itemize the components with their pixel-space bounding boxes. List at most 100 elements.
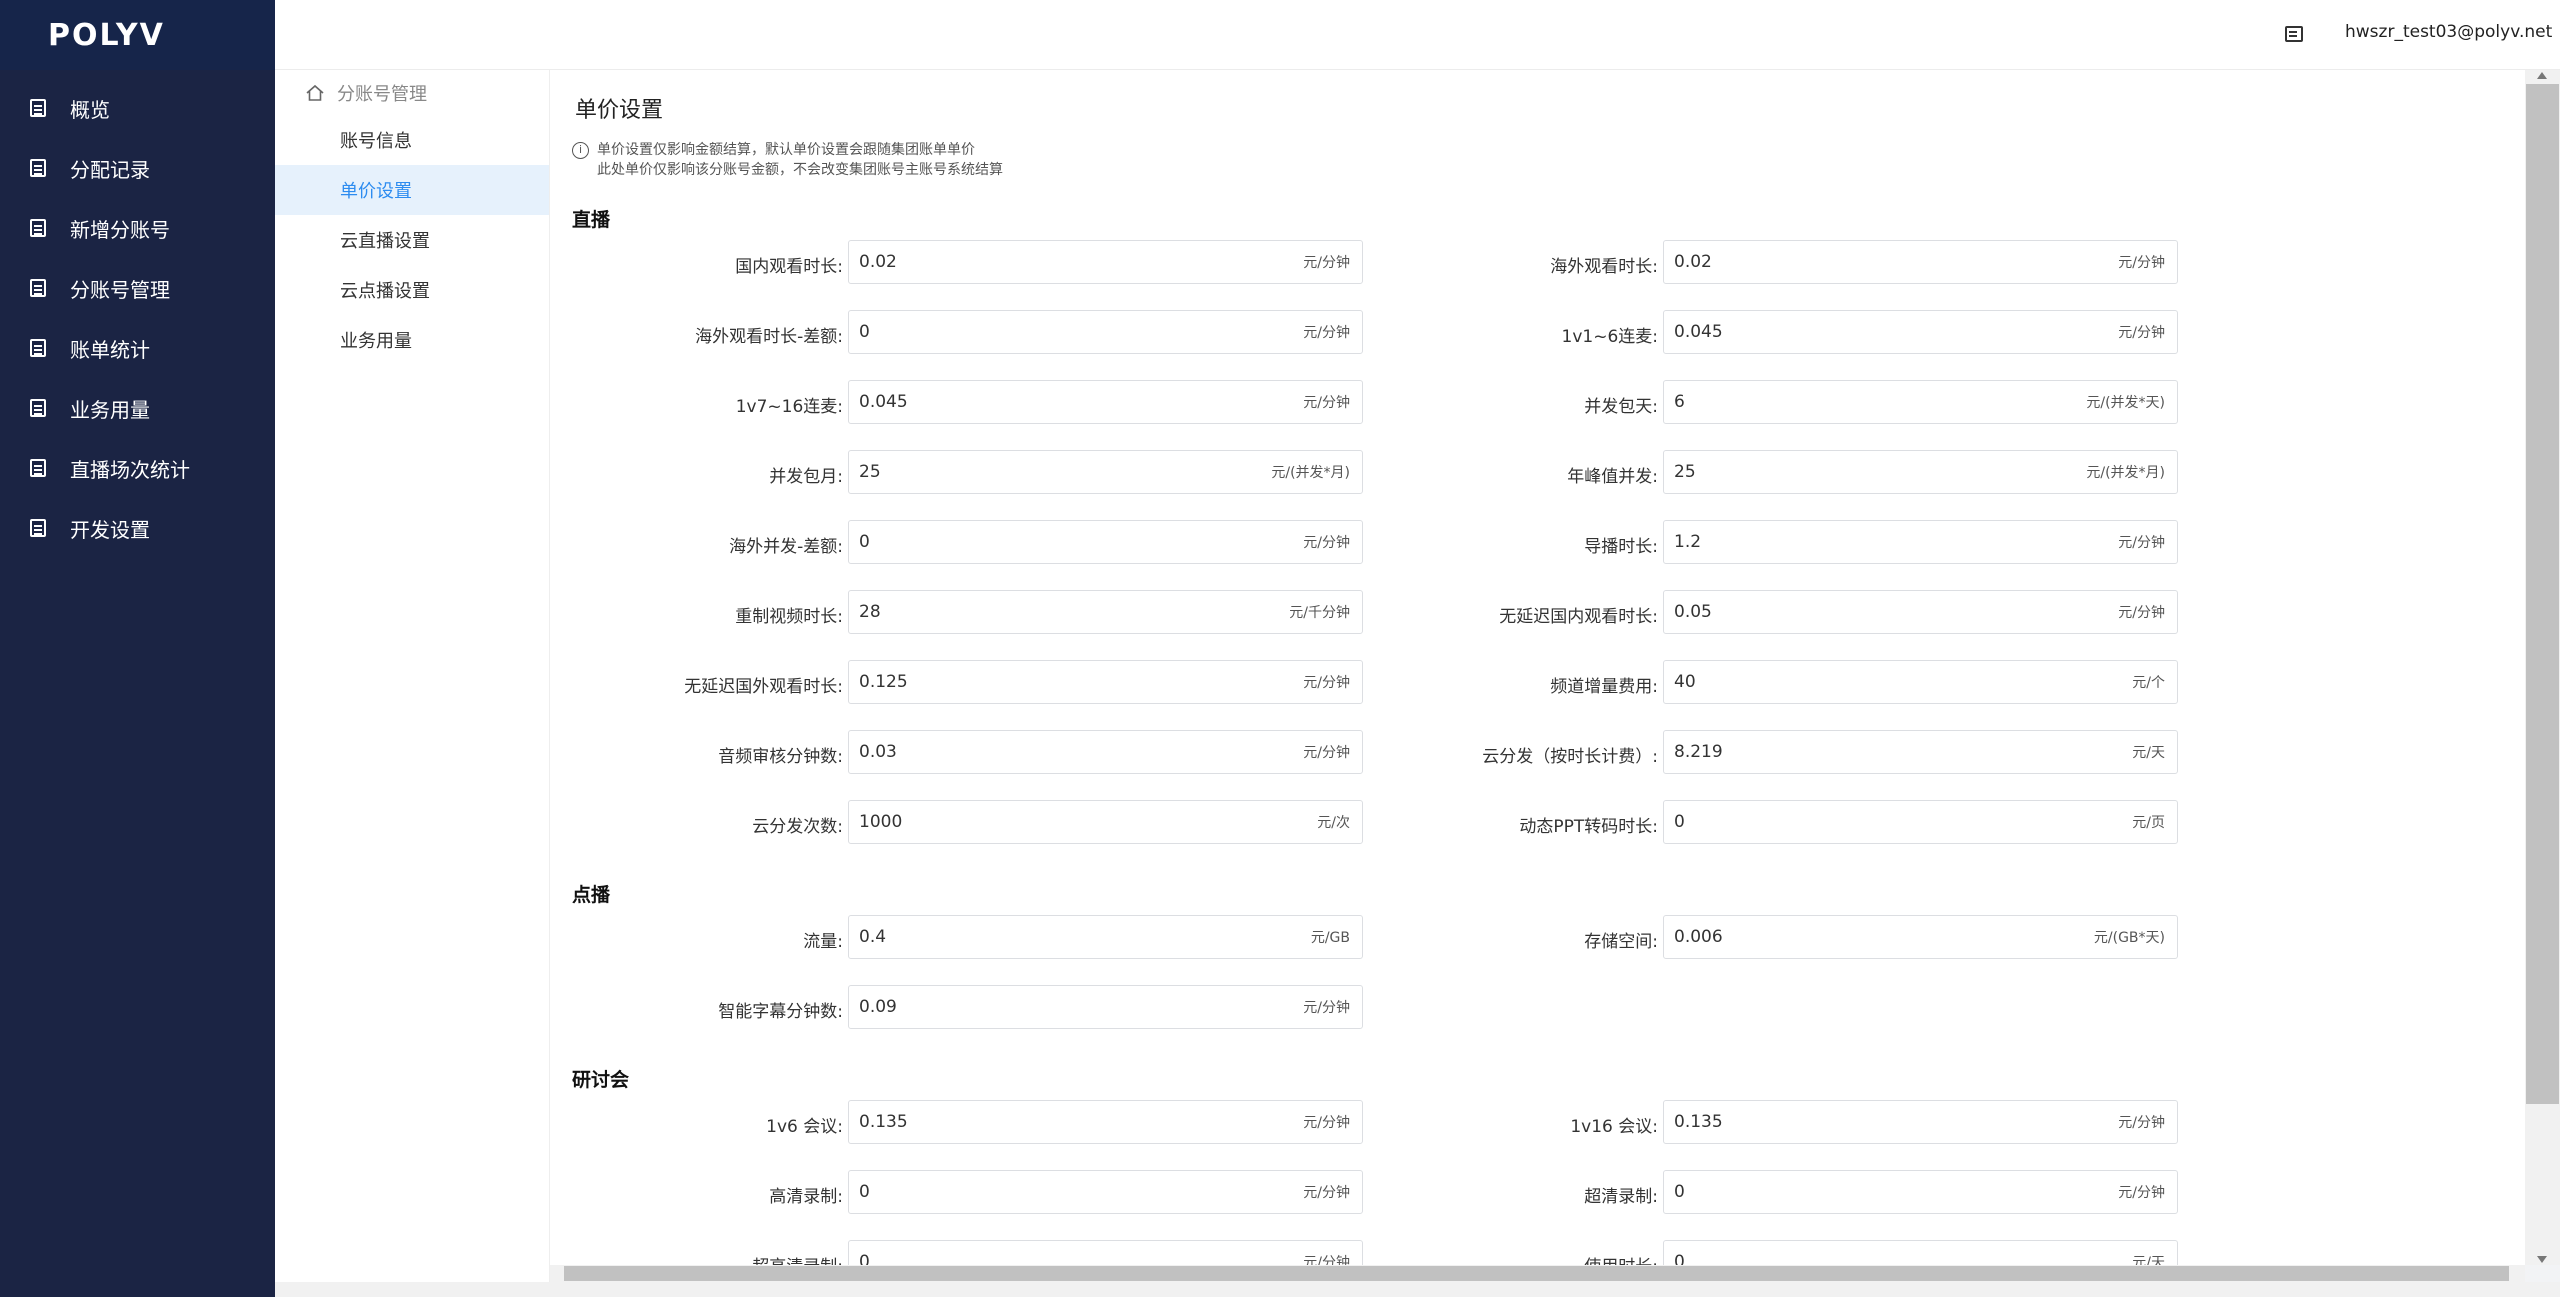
- price-input-value[interactable]: 25: [859, 462, 881, 482]
- price-field: 存储空间: 0.006 元/(GB*天): [1584, 915, 2178, 959]
- subnav-item-business-usage[interactable]: 业务用量: [275, 315, 549, 365]
- nav-item-add-sub-account[interactable]: 新增分账号: [0, 198, 275, 258]
- subnav-item-vod-settings[interactable]: 云点播设置: [275, 265, 549, 315]
- subnav-item-price-settings[interactable]: 单价设置: [275, 165, 549, 215]
- notice-line: 单价设置仅影响金额结算，默认单价设置会跟随集团账单单价: [597, 142, 975, 158]
- price-field-label: 超清录制:: [1584, 1187, 1658, 1207]
- nav-item-allocation-records[interactable]: 分配记录: [0, 138, 275, 198]
- price-input[interactable]: 1000 元/次: [848, 800, 1363, 844]
- price-input-value[interactable]: 0.4: [859, 927, 886, 947]
- price-input-value[interactable]: 0: [1674, 1252, 1685, 1265]
- nav-item-billing-stats[interactable]: 账单统计: [0, 318, 275, 378]
- price-input-value[interactable]: 0.006: [1674, 927, 1723, 947]
- subnav-title: 分账号管理: [275, 70, 549, 115]
- price-input[interactable]: 28 元/千分钟: [848, 590, 1363, 634]
- price-unit: 元/分钟: [1303, 395, 1350, 411]
- scroll-down-arrow-icon[interactable]: [2537, 1256, 2547, 1263]
- price-input-value[interactable]: 40: [1674, 672, 1696, 692]
- scrollbar-thumb[interactable]: [564, 1266, 2509, 1281]
- price-input-value[interactable]: 0.03: [859, 742, 897, 762]
- price-input[interactable]: 0 元/页: [1663, 800, 2178, 844]
- price-input-value[interactable]: 0.05: [1674, 602, 1712, 622]
- document-icon: [30, 519, 46, 537]
- page-horizontal-scrollbar[interactable]: [275, 1282, 2560, 1297]
- price-unit: 元/分钟: [2118, 605, 2165, 621]
- price-input[interactable]: 0.03 元/分钟: [848, 730, 1363, 774]
- price-field-label: 海外观看时长:: [1550, 257, 1658, 277]
- price-input[interactable]: 0.02 元/分钟: [1663, 240, 2178, 284]
- price-input[interactable]: 0 元/分钟: [848, 310, 1363, 354]
- price-input[interactable]: 0 元/分钟: [848, 1240, 1363, 1265]
- price-input-value[interactable]: 0.09: [859, 997, 897, 1017]
- price-input-value[interactable]: 0: [1674, 812, 1685, 832]
- price-input[interactable]: 0.125 元/分钟: [848, 660, 1363, 704]
- nav-item-dev-settings[interactable]: 开发设置: [0, 498, 275, 558]
- price-input-value[interactable]: 0.125: [859, 672, 908, 692]
- price-input-value[interactable]: 0.045: [1674, 322, 1723, 342]
- price-input-value[interactable]: 0.045: [859, 392, 908, 412]
- price-input[interactable]: 0.006 元/(GB*天): [1663, 915, 2178, 959]
- price-unit: 元/分钟: [2118, 1115, 2165, 1131]
- price-input-value[interactable]: 1.2: [1674, 532, 1701, 552]
- price-field-label: 云分发（按时长计费）:: [1482, 747, 1658, 767]
- price-input-value[interactable]: 8.219: [1674, 742, 1723, 762]
- price-input[interactable]: 0.135 元/分钟: [848, 1100, 1363, 1144]
- price-input[interactable]: 25 元/(并发*月): [1663, 450, 2178, 494]
- price-input-value[interactable]: 0: [859, 1182, 870, 1202]
- price-input[interactable]: 40 元/个: [1663, 660, 2178, 704]
- vertical-scrollbar[interactable]: [2525, 70, 2560, 1265]
- price-input-value[interactable]: 0.02: [1674, 252, 1712, 272]
- price-input[interactable]: 0.09 元/分钟: [848, 985, 1363, 1029]
- price-input-value[interactable]: 0.02: [859, 252, 897, 272]
- price-input[interactable]: 6 元/(并发*天): [1663, 380, 2178, 424]
- price-input-value[interactable]: 0: [859, 322, 870, 342]
- price-input-value[interactable]: 0.135: [859, 1112, 908, 1132]
- price-input[interactable]: 1.2 元/分钟: [1663, 520, 2178, 564]
- price-field: 无延迟国外观看时长: 0.125 元/分钟: [684, 660, 1363, 704]
- user-account[interactable]: hwszr_test03@polyv.net: [2345, 22, 2552, 42]
- nav-item-label: 直播场次统计: [70, 457, 190, 482]
- price-unit: 元/个: [2132, 675, 2165, 691]
- price-input[interactable]: 8.219 元/天: [1663, 730, 2178, 774]
- price-field-label: 音频审核分钟数:: [718, 747, 843, 767]
- nav-item-sub-account-management[interactable]: 分账号管理: [0, 258, 275, 318]
- price-input[interactable]: 0 元/分钟: [1663, 1170, 2178, 1214]
- price-input-value[interactable]: 1000: [859, 812, 902, 832]
- price-input-value[interactable]: 25: [1674, 462, 1696, 482]
- price-input-value[interactable]: 0: [859, 1252, 870, 1265]
- price-field: 使用时长: 0 元/天: [1584, 1240, 2178, 1265]
- price-field: 无延迟国内观看时长: 0.05 元/分钟: [1499, 590, 2178, 634]
- subnav-item-live-settings[interactable]: 云直播设置: [275, 215, 549, 265]
- price-input[interactable]: 25 元/(并发*月): [848, 450, 1363, 494]
- price-input[interactable]: 0.02 元/分钟: [848, 240, 1363, 284]
- message-icon[interactable]: [2285, 26, 2303, 42]
- price-input[interactable]: 0 元/分钟: [848, 1170, 1363, 1214]
- price-input-value[interactable]: 0: [859, 532, 870, 552]
- scrollbar-thumb[interactable]: [2526, 84, 2559, 1104]
- document-icon: [30, 99, 46, 117]
- price-input-value[interactable]: 0: [1674, 1182, 1685, 1202]
- price-input[interactable]: 0.4 元/GB: [848, 915, 1363, 959]
- price-field: 流量: 0.4 元/GB: [803, 915, 1363, 959]
- price-input[interactable]: 0 元/分钟: [848, 520, 1363, 564]
- price-input[interactable]: 0.135 元/分钟: [1663, 1100, 2178, 1144]
- price-input[interactable]: 0.05 元/分钟: [1663, 590, 2178, 634]
- subnav-item-account-info[interactable]: 账号信息: [275, 115, 549, 165]
- nav-item-overview[interactable]: 概览: [0, 78, 275, 138]
- price-unit: 元/分钟: [2118, 325, 2165, 341]
- price-input[interactable]: 0.045 元/分钟: [848, 380, 1363, 424]
- price-input[interactable]: 0.045 元/分钟: [1663, 310, 2178, 354]
- top-header: hwszr_test03@polyv.net: [275, 0, 2560, 70]
- price-input[interactable]: 0 元/天: [1663, 1240, 2178, 1265]
- price-field: 1v16 会议: 0.135 元/分钟: [1570, 1100, 2178, 1144]
- scroll-up-arrow-icon[interactable]: [2537, 72, 2547, 79]
- horizontal-scrollbar[interactable]: [550, 1265, 2525, 1282]
- price-input-value[interactable]: 6: [1674, 392, 1685, 412]
- price-field-label: 无延迟国外观看时长:: [684, 677, 843, 697]
- price-input-value[interactable]: 28: [859, 602, 881, 622]
- price-input-value[interactable]: 0.135: [1674, 1112, 1723, 1132]
- nav-item-business-usage[interactable]: 业务用量: [0, 378, 275, 438]
- price-field: 1v1~6连麦: 0.045 元/分钟: [1562, 310, 2178, 354]
- nav-item-live-session-stats[interactable]: 直播场次统计: [0, 438, 275, 498]
- polyv-logo[interactable]: POLYV: [48, 18, 165, 53]
